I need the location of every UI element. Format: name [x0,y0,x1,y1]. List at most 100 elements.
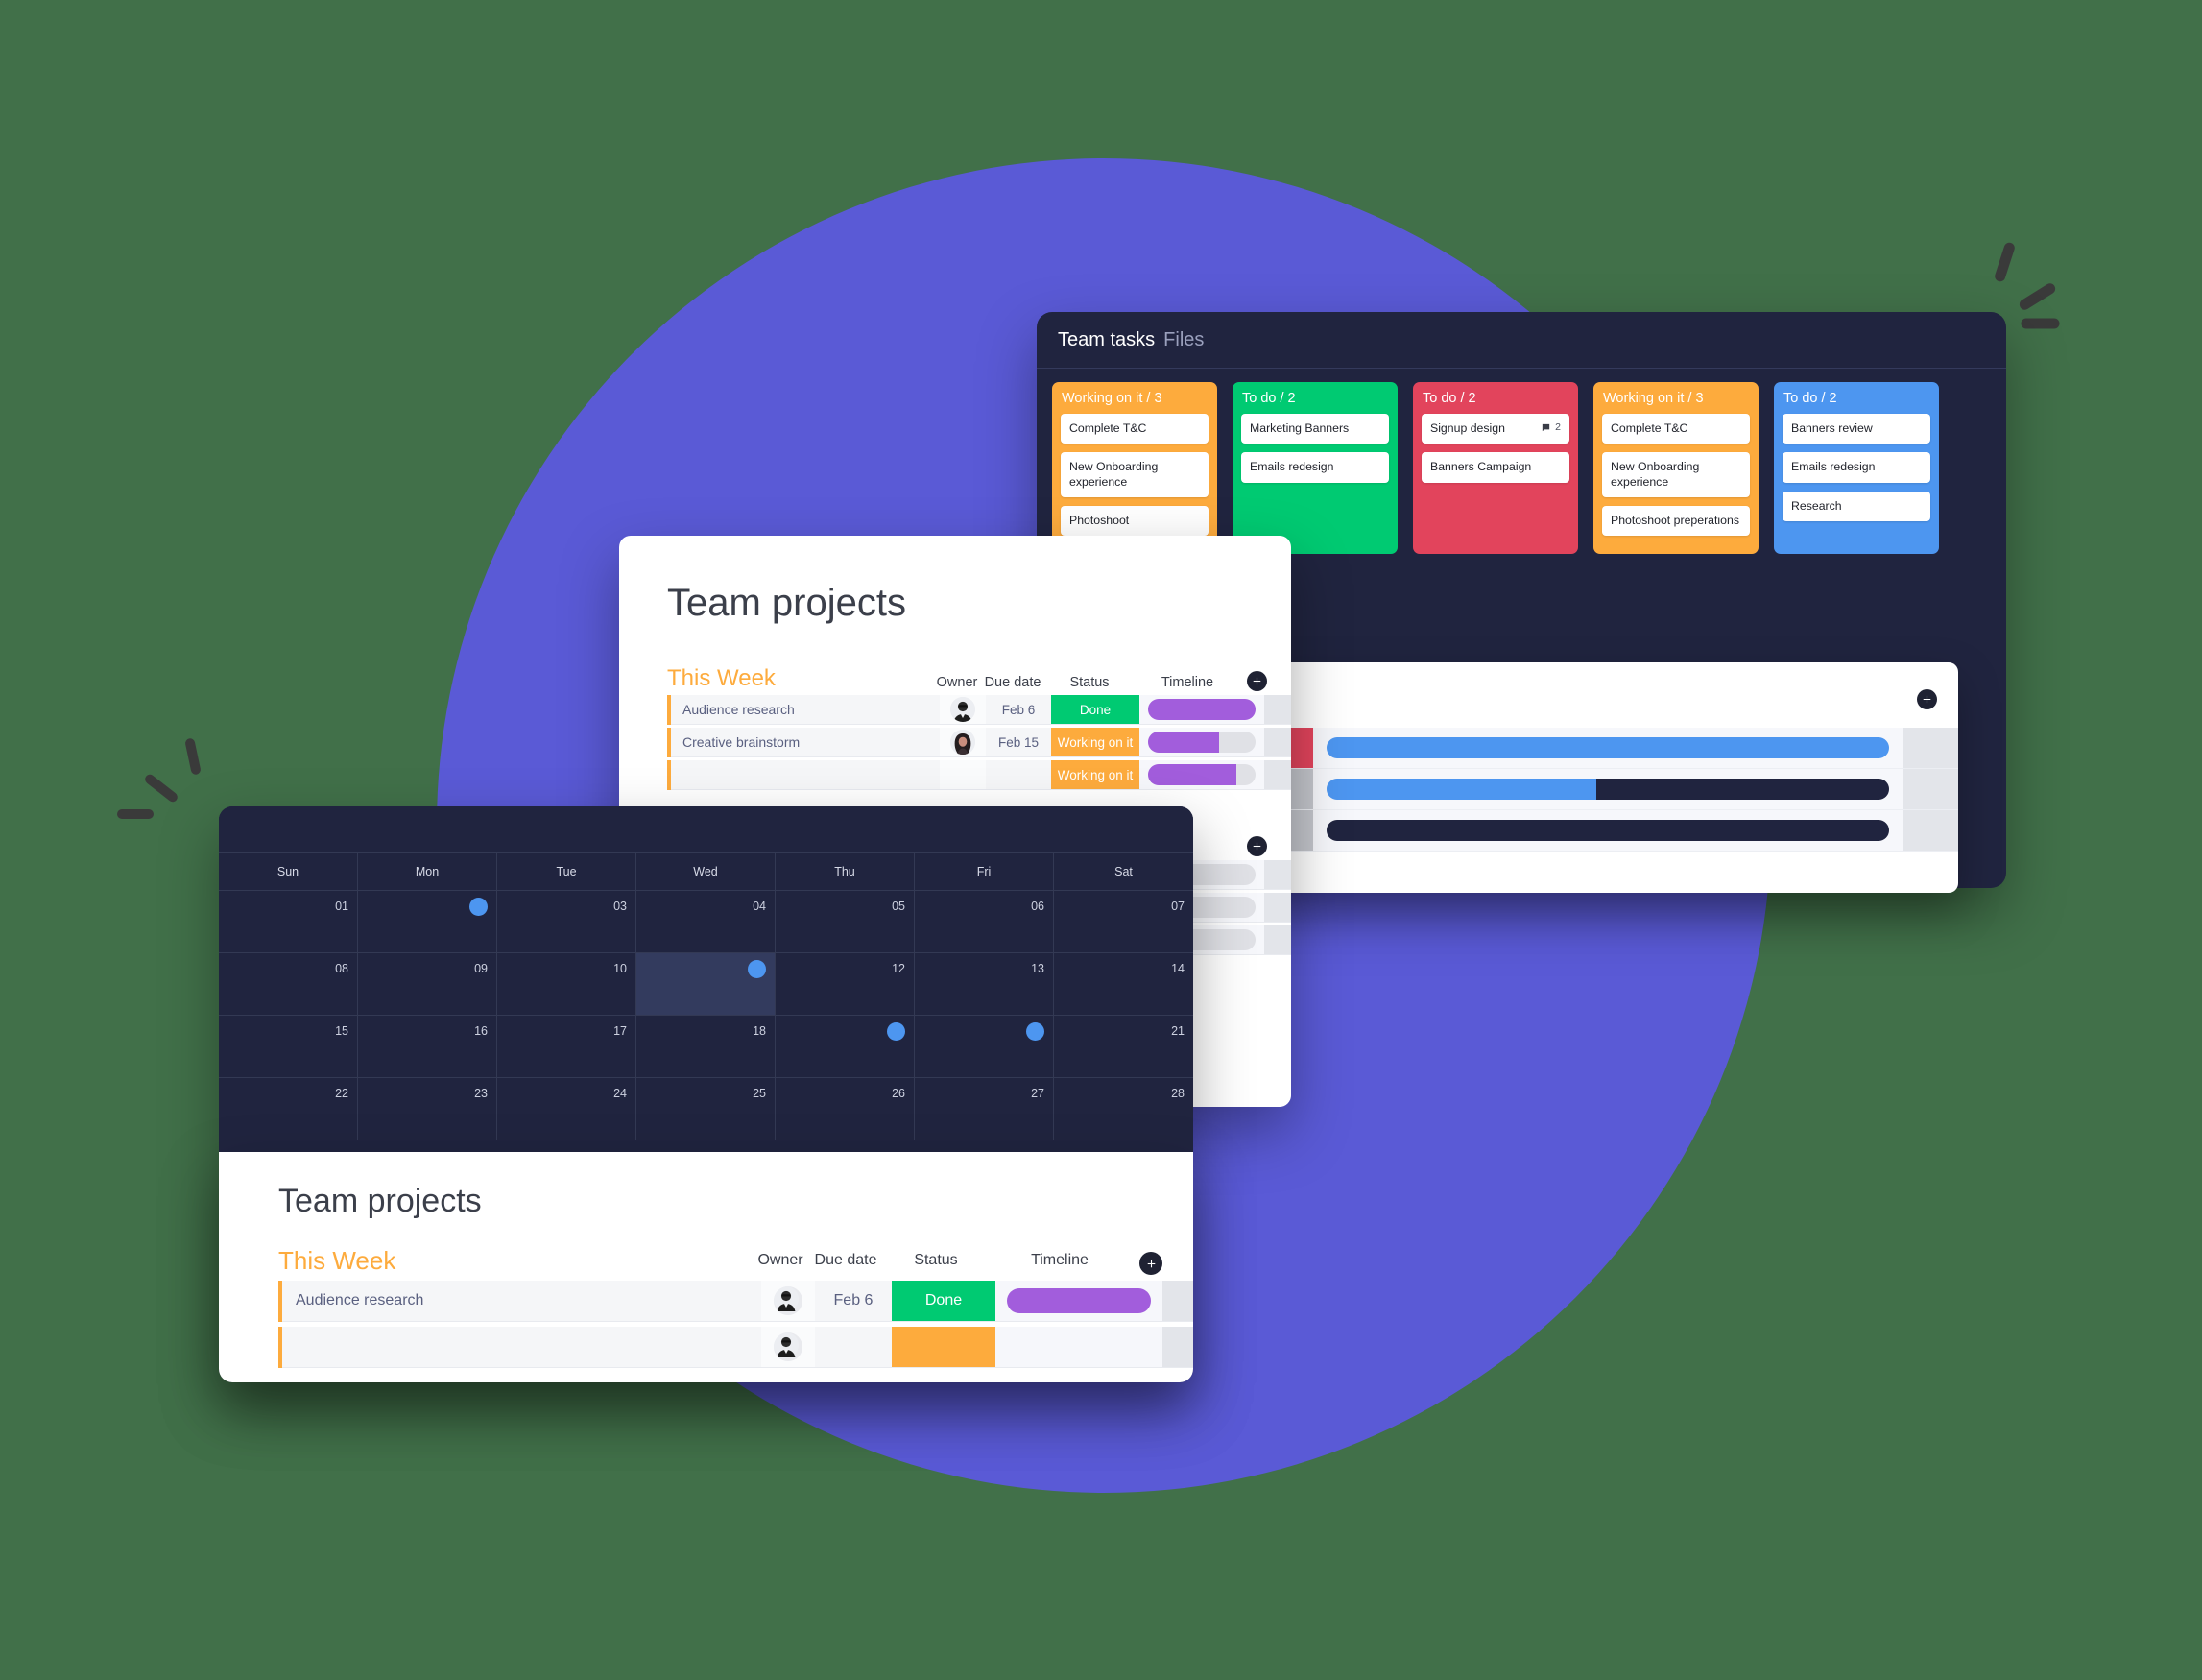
kanban-card[interactable]: Photoshoot [1061,506,1209,537]
owner-cell[interactable] [761,1281,815,1322]
calendar-event-dot[interactable] [748,960,766,978]
calendar-day-cell[interactable]: 18 [636,1015,776,1077]
kanban-card[interactable]: Research [1783,491,1930,522]
due-date-cell[interactable]: Feb 15 [986,728,1051,757]
calendar-day-cell[interactable] [636,952,776,1015]
calendar-day-cell[interactable]: 12 [776,952,915,1015]
team-tasks-files-tab[interactable]: Files [1163,329,1204,351]
calendar-day-cell[interactable]: 24 [497,1077,636,1140]
calendar-day-name: Fri [915,852,1054,890]
calendar-day-cell[interactable]: 26 [776,1077,915,1140]
team-tasks-title: Team tasks [1058,328,1156,350]
owner-cell[interactable] [940,695,986,725]
kanban-card[interactable]: Emails redesign [1783,452,1930,483]
kanban-card-label: Marketing Banners [1250,421,1350,435]
calendar-day-number: 10 [613,962,627,975]
kanban-card[interactable]: Complete T&C [1602,414,1750,444]
kanban-card[interactable]: Banners Campaign [1422,452,1569,483]
calendar-day-cell[interactable]: 25 [636,1077,776,1140]
calendar-day-cell[interactable]: 04 [636,890,776,952]
calendar-day-cell[interactable]: 21 [1054,1015,1193,1077]
owner-cell[interactable] [761,1327,815,1368]
timeline-cell[interactable] [1313,810,1903,851]
calendar-day-cell[interactable]: 03 [497,890,636,952]
kanban-card[interactable]: Banners review [1783,414,1930,444]
calendar-day-cell[interactable]: 05 [776,890,915,952]
calendar-day-cell[interactable]: 28 [1054,1077,1193,1140]
owner-cell[interactable] [940,760,986,790]
calendar-day-cell[interactable]: 09 [358,952,497,1015]
calendar-day-cell[interactable]: 07 [1054,890,1193,952]
kanban-card-label: Complete T&C [1069,421,1147,435]
row-title[interactable] [282,1327,761,1368]
calendar-day-cell[interactable]: 27 [915,1077,1054,1140]
status-badge[interactable]: Working on it [1051,728,1139,757]
kanban-card-label: Photoshoot [1069,514,1130,528]
calendar-day-cell[interactable]: 16 [358,1015,497,1077]
timeline-bar [1007,1288,1151,1313]
calendar-day-cell[interactable]: 10 [497,952,636,1015]
timeline-cell[interactable] [995,1327,1162,1368]
kanban-card[interactable]: Emails redesign [1241,452,1389,483]
calendar-day-cell[interactable]: 23 [358,1077,497,1140]
calendar-event-dot[interactable] [887,1022,905,1041]
calendar-day-cell[interactable]: 13 [915,952,1054,1015]
kanban-card[interactable]: Marketing Banners [1241,414,1389,444]
timeline-bar-segment [1148,732,1219,753]
kanban-column: Working on it / 3 Complete T&C New Onboard… [1593,382,1759,555]
column-header: Status [914,1252,958,1268]
add-column-button[interactable] [1247,671,1267,691]
add-column-button[interactable] [1139,1252,1162,1275]
row-title[interactable]: Audience research [282,1281,761,1322]
due-date-cell[interactable]: Feb 6 [986,695,1051,725]
table-row-end-cell [1264,695,1291,725]
row-title[interactable] [671,760,940,790]
status-badge[interactable] [892,1327,995,1368]
row-title[interactable]: Audience research [671,695,940,725]
calendar-day-cell[interactable]: 15 [219,1015,358,1077]
comment-count-badge[interactable]: 2 [1541,421,1561,434]
bottom-section-name: This Week [278,1246,396,1275]
calendar-day-name: Tue [497,852,636,890]
timeline-cell[interactable] [1139,728,1264,757]
calendar-event-dot[interactable] [469,898,488,916]
calendar-day-cell[interactable]: 01 [219,890,358,952]
illustration-stage: Team tasks Files Working on it / 3 Comple… [0,0,2202,1680]
timeline-bar [1327,779,1889,800]
status-badge[interactable]: Working on it [1051,760,1139,790]
kanban-card[interactable]: Signup design 2 [1422,414,1569,444]
timeline-cell[interactable] [1139,760,1264,790]
timeline-cell[interactable] [1313,728,1903,768]
kanban-card[interactable]: Complete T&C [1061,414,1209,444]
due-date-cell[interactable] [986,760,1051,790]
status-badge[interactable]: Done [1051,695,1139,725]
timeline-cell[interactable] [1313,769,1903,809]
calendar-grid: 01 03 04 05 06 07 08 09 10 12 13 14 15 16 17 18 21 22 23 24… [219,890,1193,1140]
kanban-card[interactable]: New Onboarding experience [1602,452,1750,498]
column-header: Status [1069,675,1110,690]
kanban-column-title: Working on it / 3 [1062,391,1162,406]
calendar-day-cell[interactable]: 06 [915,890,1054,952]
calendar-day-cell[interactable]: 08 [219,952,358,1015]
status-badge[interactable]: Done [892,1281,995,1322]
calendar-day-cell[interactable] [915,1015,1054,1077]
due-date-cell[interactable]: Feb 6 [815,1281,892,1322]
calendar-day-cell[interactable] [358,890,497,952]
calendar-day-cell[interactable] [776,1015,915,1077]
timeline-cell[interactable] [995,1281,1162,1322]
add-column-button[interactable] [1247,836,1267,856]
add-column-button[interactable] [1917,689,1937,709]
calendar-event-dot[interactable] [1026,1022,1044,1041]
calendar-day-number: 12 [892,962,905,975]
calendar-day-cell[interactable]: 22 [219,1077,358,1140]
timeline-bar-segment [1148,699,1256,720]
due-date-cell[interactable] [815,1327,892,1368]
timeline-cell[interactable] [1139,695,1264,725]
kanban-card[interactable]: Photoshoot preperations [1602,506,1750,537]
calendar-day-cell[interactable]: 17 [497,1015,636,1077]
kanban-card[interactable]: New Onboarding experience [1061,452,1209,498]
owner-cell[interactable] [940,728,986,757]
calendar-day-number: 08 [335,962,348,975]
calendar-day-cell[interactable]: 14 [1054,952,1193,1015]
row-title[interactable]: Creative brainstorm [671,728,940,757]
